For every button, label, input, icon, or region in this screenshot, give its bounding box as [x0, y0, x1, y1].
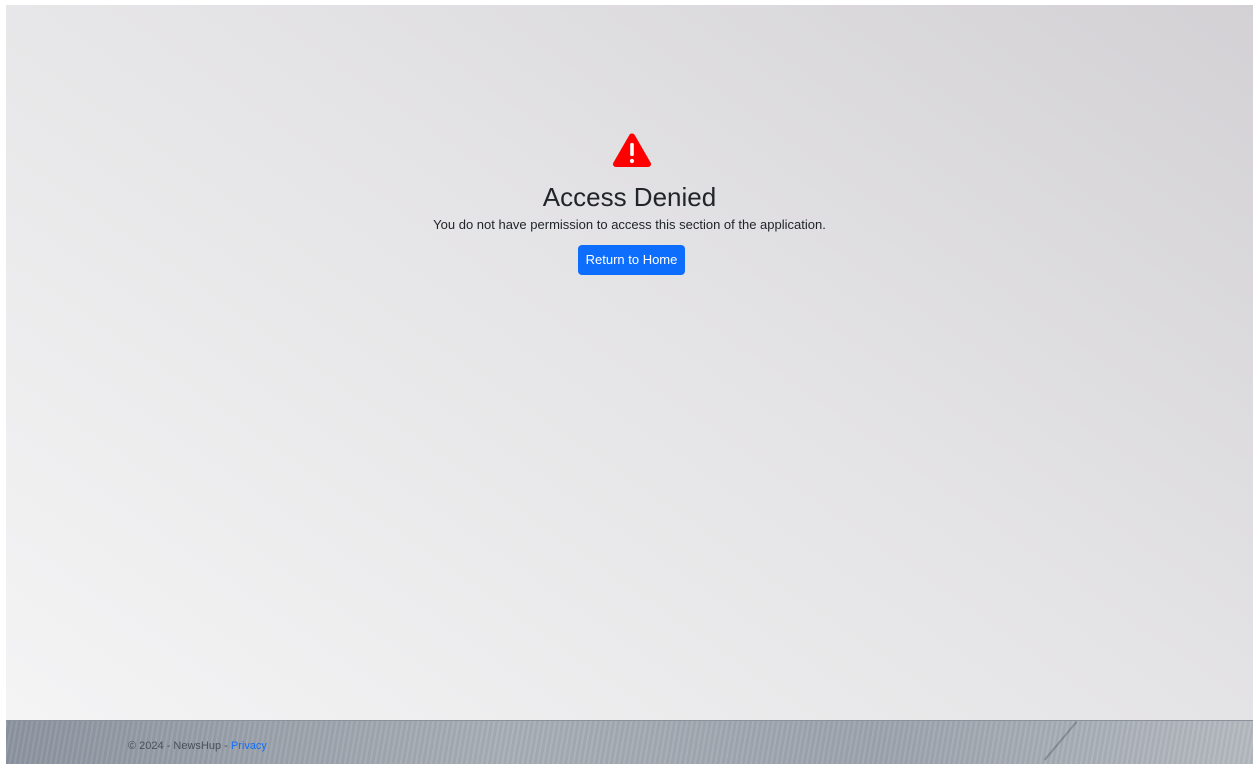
copyright-text: © 2024 - NewsHup - [128, 740, 231, 752]
page: Access Denied You do not have permission… [6, 5, 1253, 764]
page-title: Access Denied [542, 182, 717, 212]
footer-copyright: © 2024 - NewsHup - Privacy [128, 739, 267, 753]
return-home-button[interactable]: Return to Home [578, 245, 685, 275]
footer: © 2024 - NewsHup - Privacy [6, 720, 1253, 764]
main-content: Access Denied You do not have permission… [6, 5, 1253, 720]
warning-triangle-icon [612, 133, 652, 167]
footer-decoration [1043, 721, 1078, 761]
privacy-link[interactable]: Privacy [231, 740, 267, 752]
permission-message: You do not have permission to access thi… [433, 217, 826, 232]
